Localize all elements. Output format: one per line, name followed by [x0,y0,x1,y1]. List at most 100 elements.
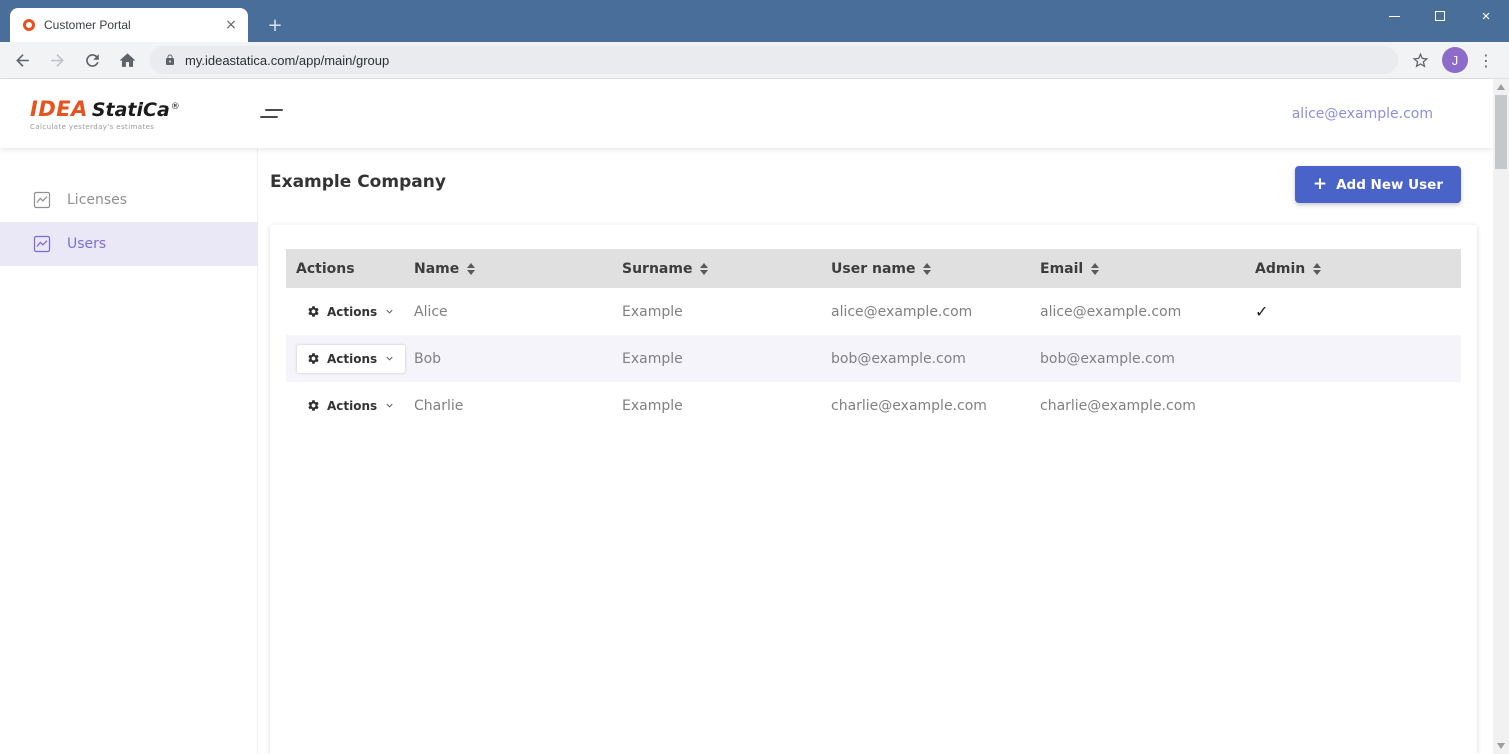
hamburger-icon [260,116,278,118]
bookmark-star-button[interactable] [1408,48,1432,72]
chevron-down-icon [384,400,395,411]
sidebar-item-label: Users [67,236,106,252]
browser-tab[interactable]: Customer Portal × [10,8,248,42]
back-button[interactable] [9,47,35,73]
close-window-button[interactable]: × [1463,0,1509,32]
url-text: my.ideastatica.com/app/main/group [185,53,389,68]
browser-menu-button[interactable]: ⋮ [1478,51,1494,70]
browser-profile-avatar[interactable]: J [1442,47,1468,73]
column-header-name[interactable]: Name [414,261,622,277]
main-content: Example Company + Add New User Actions N… [258,148,1493,754]
column-label: User name [831,261,915,277]
cell-surname: Example [622,304,831,320]
gear-icon [307,305,320,318]
sidebar: Licenses Users [0,148,258,754]
cell-username: alice@example.com [831,304,1040,320]
cell-email: charlie@example.com [1040,398,1255,414]
gear-icon [307,399,320,412]
tab-title: Customer Portal [44,18,222,32]
gear-icon [307,352,320,365]
maximize-icon [1435,11,1445,21]
home-button[interactable] [114,47,140,73]
cell-email: alice@example.com [1040,304,1255,320]
logo-statica-text: StatiCa [92,99,170,121]
app-header: IDEA StatiCa ® Calculate yesterday's est… [0,79,1493,148]
cell-name: Alice [414,304,622,320]
column-header-admin[interactable]: Admin [1255,261,1461,277]
sidebar-item-label: Licenses [67,192,127,208]
idea-statica-logo: IDEA StatiCa ® Calculate yesterday's est… [30,97,180,131]
refresh-button[interactable] [79,47,105,73]
users-table-card: Actions Name Surname User name [270,225,1477,754]
column-header-actions: Actions [286,261,414,277]
sort-icon[interactable] [923,263,931,275]
table-row: Actions Charlie Example charlie@example.… [286,382,1461,429]
logo-idea-text: IDEA [30,97,88,121]
sort-icon[interactable] [467,263,475,275]
cell-email: bob@example.com [1040,351,1255,367]
cell-name: Charlie [414,398,622,414]
refresh-icon [83,51,102,70]
table-row: Actions Alice Example alice@example.com … [286,288,1461,335]
column-header-surname[interactable]: Surname [622,261,831,277]
scrollbar-up-icon[interactable] [1497,84,1505,90]
lock-icon[interactable] [164,54,176,66]
actions-label: Actions [327,399,377,413]
hamburger-icon [265,109,283,111]
forward-arrow-icon [48,51,67,70]
logo-tagline: Calculate yesterday's estimates [30,123,180,131]
cell-username: charlie@example.com [831,398,1040,414]
actions-label: Actions [327,352,377,366]
cell-surname: Example [622,398,831,414]
sort-icon[interactable] [700,263,708,275]
column-label: Surname [622,261,692,277]
home-icon [118,51,137,70]
sidebar-item-licenses[interactable]: Licenses [0,178,258,222]
actions-label: Actions [327,305,377,319]
chevron-down-icon [384,306,395,317]
browser-window: Customer Portal × + × my.ideastatica.com… [0,0,1509,754]
column-header-username[interactable]: User name [831,261,1040,277]
registered-mark: ® [171,102,180,112]
scrollbar-thumb[interactable] [1495,95,1507,169]
chart-icon [32,190,52,210]
sort-icon[interactable] [1091,263,1099,275]
table-header-row: Actions Name Surname User name [286,249,1461,288]
window-controls: × [1371,0,1509,32]
titlebar: Customer Portal × + × [0,0,1509,42]
admin-check-icon: ✓ [1255,302,1268,321]
row-actions-button[interactable]: Actions [296,391,406,421]
menu-toggle-button[interactable] [260,109,284,118]
sort-icon[interactable] [1313,263,1321,275]
column-label: Admin [1255,261,1305,277]
maximize-button[interactable] [1417,0,1463,32]
address-bar[interactable]: my.ideastatica.com/app/main/group [150,46,1398,74]
column-label: Email [1040,261,1083,277]
forward-button[interactable] [44,47,70,73]
new-tab-button[interactable]: + [262,13,288,37]
sidebar-item-users[interactable]: Users [0,222,258,266]
table-row: Actions Bob Example bob@example.com bob@… [286,335,1461,382]
minimize-icon [1389,16,1400,17]
column-label: Actions [296,261,355,277]
row-actions-button[interactable]: Actions [296,344,406,374]
cell-name: Bob [414,351,622,367]
site-favicon-icon [23,19,35,31]
scrollbar-down-icon[interactable] [1497,743,1505,749]
plus-icon: + [1313,176,1327,193]
row-actions-button[interactable]: Actions [296,297,406,327]
column-label: Name [414,261,459,277]
chevron-down-icon [384,353,395,364]
browser-toolbar: my.ideastatica.com/app/main/group J ⋮ [0,42,1509,79]
page-scrollbar[interactable] [1493,79,1509,754]
tab-close-icon[interactable]: × [222,16,240,34]
column-header-email[interactable]: Email [1040,261,1255,277]
add-new-user-button[interactable]: + Add New User [1295,166,1461,203]
minimize-button[interactable] [1371,0,1417,32]
chart-icon [32,234,52,254]
back-arrow-icon [13,51,32,70]
page-content: IDEA StatiCa ® Calculate yesterday's est… [0,79,1509,754]
add-new-user-label: Add New User [1336,177,1443,193]
logged-in-user-email[interactable]: alice@example.com [1292,106,1433,122]
page-title: Example Company [270,172,446,192]
